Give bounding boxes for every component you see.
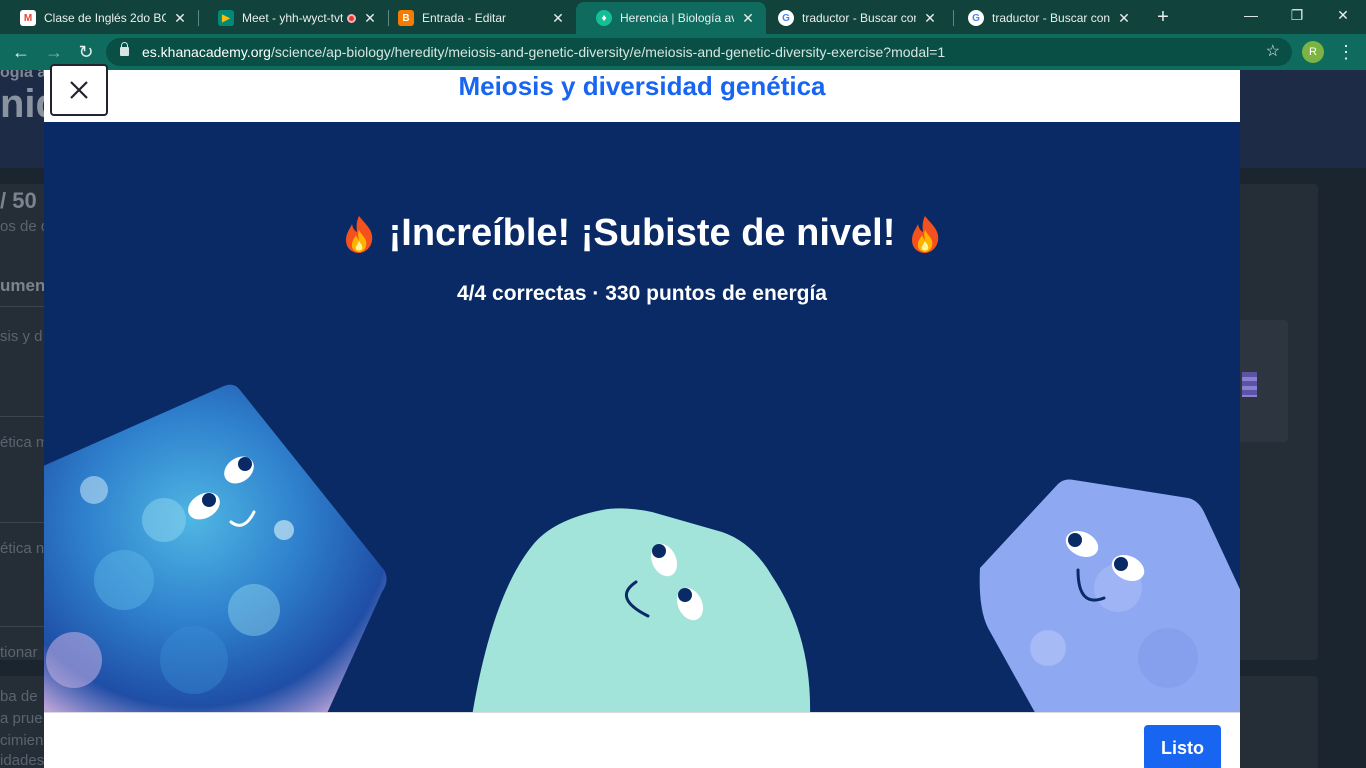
new-tab-button[interactable]: + <box>1152 6 1174 28</box>
fire-emoji-icon <box>345 215 372 253</box>
url-host: es.khanacademy.org <box>142 44 271 60</box>
close-tab-icon[interactable]: ✕ <box>362 10 378 27</box>
divider <box>0 626 44 627</box>
bg-list-item: ética m <box>0 434 49 451</box>
close-tab-icon[interactable]: ✕ <box>922 10 938 27</box>
close-modal-button[interactable] <box>50 64 108 116</box>
tab-gmail[interactable]: M Clase de Inglés 2do BGU ✕ <box>0 2 198 34</box>
divider <box>0 416 44 417</box>
modal-title: Meiosis y diversidad genética <box>458 71 826 101</box>
celebration-stage: ¡Increíble! ¡Subiste de nivel! 4/4 corre… <box>44 122 1240 712</box>
restore-icon[interactable]: ❐ <box>1274 0 1320 32</box>
reload-icon[interactable]: ↻ <box>74 40 98 64</box>
tab-title: traductor - Buscar con Google <box>992 11 1110 25</box>
google-icon: G <box>968 10 984 26</box>
periwinkle-rock-character <box>979 479 1240 712</box>
modal-header: Meiosis y diversidad genética <box>44 64 1240 122</box>
back-arrow-icon[interactable]: ← <box>9 40 33 64</box>
bg-list-item: a prue <box>0 710 43 727</box>
divider <box>0 306 44 307</box>
tab-google-2[interactable]: G traductor - Buscar con Google ✕ <box>948 2 1142 34</box>
url-path: /science/ap-biology/heredity/meiosis-and… <box>270 44 946 60</box>
meet-icon: ▶ <box>218 10 234 26</box>
close-tab-icon[interactable]: ✕ <box>1116 10 1132 27</box>
close-window-icon[interactable]: ✕ <box>1320 0 1366 32</box>
bg-score-text: / 50 <box>0 188 37 213</box>
khan-academy-icon: ♦ <box>596 10 612 26</box>
forward-arrow-icon[interactable]: → <box>42 40 66 64</box>
score-summary: 4/4 correctas · 330 puntos de energía <box>457 282 827 305</box>
bookmark-star-icon[interactable]: ☆ <box>1266 38 1280 66</box>
close-icon <box>70 81 88 99</box>
tab-title: Herencia | Biología avanzada <box>620 11 734 25</box>
modal-footer: Listo <box>44 712 1240 768</box>
bg-text: os de d <box>0 218 50 235</box>
bg-skill-graphic <box>1242 372 1257 397</box>
bg-header-text: ogía a <box>0 70 47 81</box>
done-button[interactable]: Listo <box>1144 725 1221 768</box>
bg-list-item: sis y d <box>0 328 43 345</box>
address-bar[interactable]: es.khanacademy.org/science/ap-biology/he… <box>106 38 1292 66</box>
profile-avatar[interactable]: R <box>1302 41 1324 63</box>
tab-title: Meet - yhh-wyct-tvt <box>242 11 343 25</box>
tab-meet[interactable]: ▶ Meet - yhh-wyct-tvt ✕ <box>198 2 388 34</box>
tab-google-1[interactable]: G traductor - Buscar con Google ✕ <box>758 2 948 34</box>
bg-list-item: ba de <box>0 688 38 705</box>
blogger-icon: B <box>398 10 414 26</box>
mint-blob-character <box>472 508 811 712</box>
headline-text: ¡Increíble! ¡Subiste de nivel! <box>388 212 896 254</box>
bg-list-item: tionar <box>0 644 38 661</box>
bg-list-item: cimien <box>0 732 44 749</box>
tab-title: Entrada - Editar <box>422 11 507 25</box>
bg-list-item: ética n <box>0 540 45 557</box>
close-tab-icon[interactable]: ✕ <box>740 10 756 27</box>
gmail-icon: M <box>20 10 36 26</box>
tab-title: Clase de Inglés 2do BGU <box>44 11 166 25</box>
bg-list-item: idades <box>0 752 45 768</box>
bg-section-text: umen <box>0 276 46 295</box>
divider <box>0 522 44 523</box>
blue-rock-character <box>44 384 387 712</box>
browser-tab-bar: M Clase de Inglés 2do BGU ✕ ▶ Meet - yhh… <box>0 0 1366 34</box>
tab-title: traductor - Buscar con Google <box>802 11 916 25</box>
headline-row: ¡Increíble! ¡Subiste de nivel! <box>44 212 1240 255</box>
fire-emoji-icon <box>912 215 939 253</box>
lock-icon <box>120 42 129 56</box>
google-icon: G <box>778 10 794 26</box>
tab-khan-academy[interactable]: ♦ Herencia | Biología avanzada ✕ <box>576 2 766 34</box>
close-tab-icon[interactable]: ✕ <box>550 10 566 27</box>
browser-toolbar: ← → ↻ es.khanacademy.org/science/ap-biol… <box>0 34 1366 70</box>
minimize-icon[interactable]: — <box>1228 0 1274 32</box>
level-up-modal: Meiosis y diversidad genética ¡Increíble… <box>44 64 1240 768</box>
close-tab-icon[interactable]: ✕ <box>172 10 188 27</box>
browser-menu-icon[interactable]: ⋮ <box>1336 40 1356 64</box>
recording-icon <box>347 13 356 23</box>
tab-blogger[interactable]: B Entrada - Editar ✕ <box>378 2 576 34</box>
